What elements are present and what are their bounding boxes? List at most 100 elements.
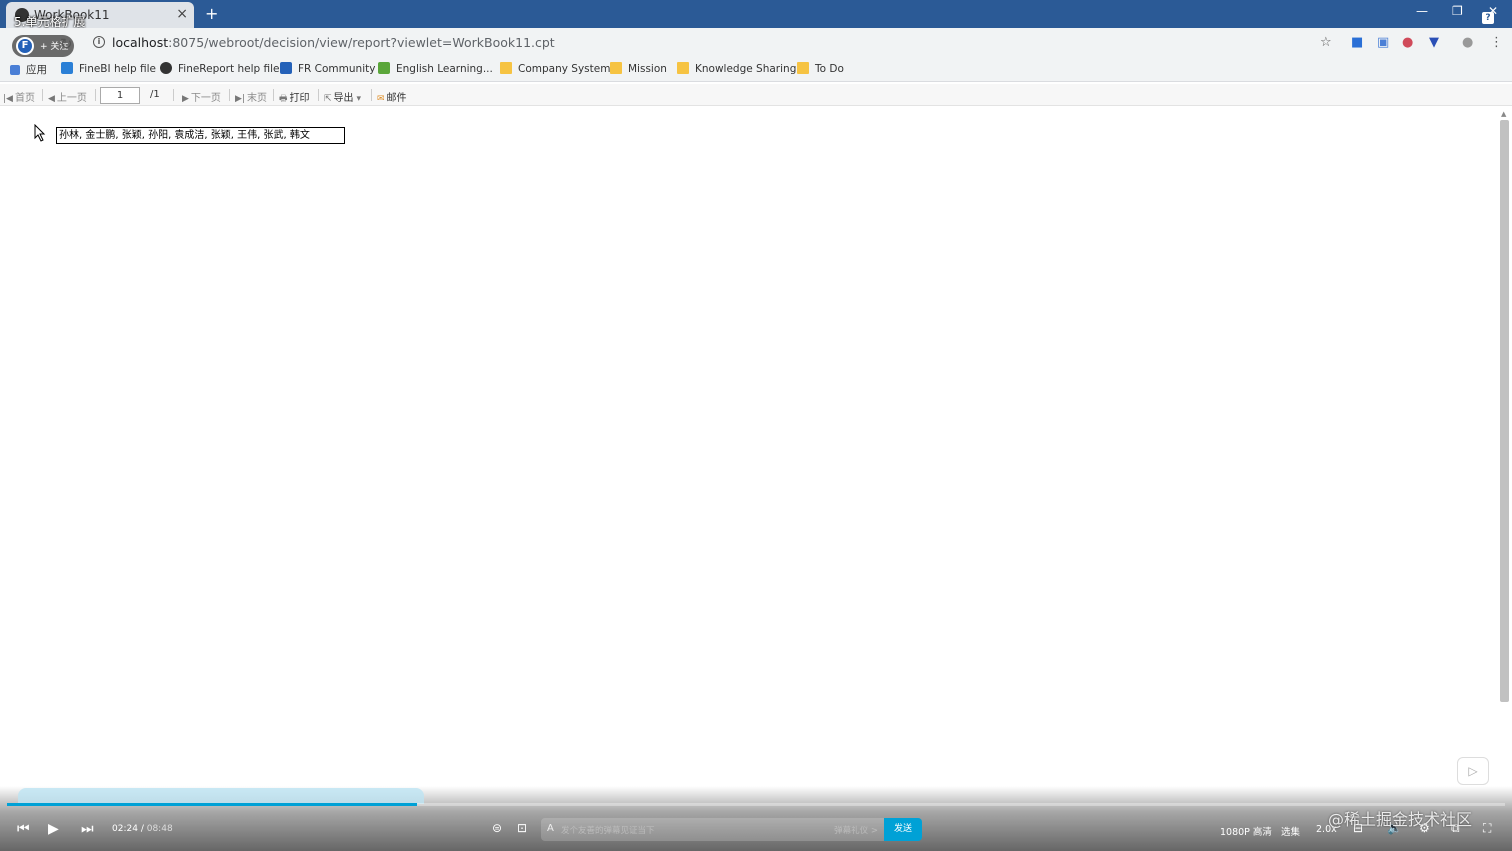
toolbar-divider [95, 89, 96, 101]
watermark: @稀土掘金技术社区 [1328, 810, 1473, 829]
progress-bar[interactable] [7, 803, 1505, 806]
folder-icon [610, 62, 622, 74]
site-info-icon[interactable]: i [93, 36, 105, 48]
new-tab-icon[interactable]: + [205, 4, 218, 23]
danmaku-style-icon[interactable]: A [547, 823, 554, 834]
quality-selector[interactable]: 1080P 高清 [1220, 824, 1272, 838]
danmaku-etiquette-link[interactable]: 弹幕礼仪 > [834, 824, 878, 836]
bookmark-english-learning[interactable]: English Learning... [378, 62, 493, 75]
next-page-icon: ▶ [182, 94, 189, 104]
bookmark-label: Company System [518, 63, 611, 75]
danmaku-settings-icon[interactable]: ⊡ [517, 821, 527, 835]
toolbar-divider [229, 89, 230, 101]
toolbar-divider [173, 89, 174, 101]
danmaku-input[interactable]: A 发个友善的弹幕见证当下 弹幕礼仪 > [541, 818, 884, 841]
progress-fill [7, 803, 418, 806]
email-icon: ✉ [377, 94, 385, 104]
bookmark-fr-community[interactable]: FR Community [280, 62, 375, 75]
export-button[interactable]: ⇱ 导出 ▾ [324, 89, 363, 104]
url-host: localhost [112, 35, 169, 50]
fullscreen-icon[interactable]: ⛶ [1483, 821, 1491, 836]
prev-page-icon: ◀ [48, 94, 55, 104]
previous-icon[interactable]: ⏮ [17, 821, 30, 837]
star-bookmark-icon[interactable]: ☆ [1320, 35, 1332, 50]
first-page-button[interactable]: |◀ 首页 [3, 89, 35, 104]
report-toolbar: |◀ 首页 ◀ 上一页 /1 ▶ 下一页 ▶| 末页 🖶 打印 ⇱ 导出 ▾ ✉ 邮件 [0, 84, 1512, 106]
time-total: 08:48 [146, 824, 173, 834]
url-path: :8075/webroot/decision/view/report?viewl… [168, 35, 555, 50]
prev-page-label: 上一页 [56, 93, 87, 104]
finebi-icon [61, 62, 73, 74]
danmaku-on-icon[interactable]: ⊜ [492, 821, 502, 835]
vertical-scrollbar[interactable] [1500, 120, 1509, 702]
bookmark-label: Knowledge Sharing [695, 63, 797, 75]
fr-community-icon [280, 62, 292, 74]
play-icon[interactable]: ▶ [48, 821, 59, 837]
extension-icon[interactable]: ■ [1351, 35, 1363, 50]
report-cell[interactable]: 孙林, 金士鹏, 张颖, 孙阳, 袁成洁, 张颖, 王伟, 张武, 韩文 [56, 127, 345, 144]
bookmark-apps[interactable]: 应用 [10, 62, 47, 77]
bookmark-knowledge-sharing[interactable]: Knowledge Sharing [677, 62, 796, 75]
folder-icon [797, 62, 809, 74]
chevron-down-icon: ▾ [356, 94, 362, 104]
highlight-energy-bar [18, 788, 424, 804]
time-separator: / [140, 824, 144, 834]
minimize-icon[interactable]: — [1416, 4, 1428, 18]
export-label: 导出 [333, 93, 354, 104]
menu-kebab-icon[interactable]: ⋮ [1490, 35, 1503, 50]
bookmark-label: To Do [815, 63, 844, 75]
tab-close-icon[interactable]: × [176, 6, 188, 22]
bookmarks-bar: 应用 FineBI help file FineReport help file… [0, 58, 1512, 82]
toolbar-divider [371, 89, 372, 101]
last-page-button[interactable]: ▶| 末页 [235, 89, 267, 104]
bookmark-finebi[interactable]: FineBI help file [61, 62, 156, 75]
folder-icon [500, 62, 512, 74]
extension-icon[interactable]: ● [1402, 35, 1413, 50]
email-button[interactable]: ✉ 邮件 [377, 89, 407, 104]
bookmark-finereport[interactable]: FineReport help file [160, 62, 279, 75]
print-label: 打印 [289, 93, 310, 104]
finereport-icon [160, 62, 172, 74]
bookmark-label: FineReport help file [178, 63, 280, 75]
bookmark-to-do[interactable]: To Do [797, 62, 844, 75]
last-page-label: 末页 [246, 93, 267, 104]
first-page-label: 首页 [14, 93, 35, 104]
restore-icon[interactable]: ❐ [1452, 4, 1463, 18]
danmaku-placeholder: 发个友善的弹幕见证当下 [561, 826, 655, 836]
extension-v-icon[interactable]: ▼ [1429, 35, 1439, 50]
email-label: 邮件 [386, 93, 407, 104]
bookmark-label: Mission [628, 63, 667, 75]
address-bar[interactable]: localhost:8075/webroot/decision/view/rep… [112, 35, 555, 50]
prev-page-button[interactable]: ◀ 上一页 [48, 89, 87, 104]
toolbar-divider [42, 89, 43, 101]
export-icon: ⇱ [324, 94, 332, 104]
print-button[interactable]: 🖶 打印 [279, 89, 310, 107]
next-icon[interactable]: ⏭ [81, 821, 94, 837]
time-display: 02:24 / 08:48 [112, 824, 173, 834]
next-page-button[interactable]: ▶ 下一页 [182, 89, 221, 104]
scroll-up-icon[interactable]: ▲ [1501, 110, 1506, 118]
bookmark-label: 应用 [26, 64, 47, 76]
bookmark-label: FR Community [298, 63, 376, 75]
bookmark-company-system[interactable]: Company System [500, 62, 610, 75]
send-danmaku-button[interactable]: 发送 [884, 818, 922, 841]
folder-icon [677, 62, 689, 74]
last-page-icon: ▶| [235, 94, 245, 104]
browser-titlebar: WorkBook11 × + — ❐ ✕ ? [0, 0, 1512, 28]
episodes-button[interactable]: 选集 [1281, 824, 1300, 838]
next-page-label: 下一页 [190, 93, 221, 104]
mouse-cursor-icon [34, 124, 46, 142]
translate-extension-icon[interactable]: ▣ [1377, 35, 1389, 50]
avatar[interactable]: F [16, 37, 34, 55]
apps-grid-icon [10, 65, 20, 75]
bookmark-mission[interactable]: Mission [610, 62, 667, 75]
profile-icon[interactable]: ● [1462, 35, 1473, 50]
danmaku-toggle-icon[interactable]: ▷ [1457, 757, 1489, 785]
bookmark-label: FineBI help file [79, 63, 156, 75]
time-current: 02:24 [112, 824, 138, 834]
toolbar-divider [273, 89, 274, 101]
help-icon[interactable]: ? [1482, 12, 1494, 24]
page-number-input[interactable]: 1 [100, 87, 140, 104]
first-page-icon: |◀ [3, 94, 13, 104]
reload-icon[interactable]: ↻ [60, 35, 73, 53]
